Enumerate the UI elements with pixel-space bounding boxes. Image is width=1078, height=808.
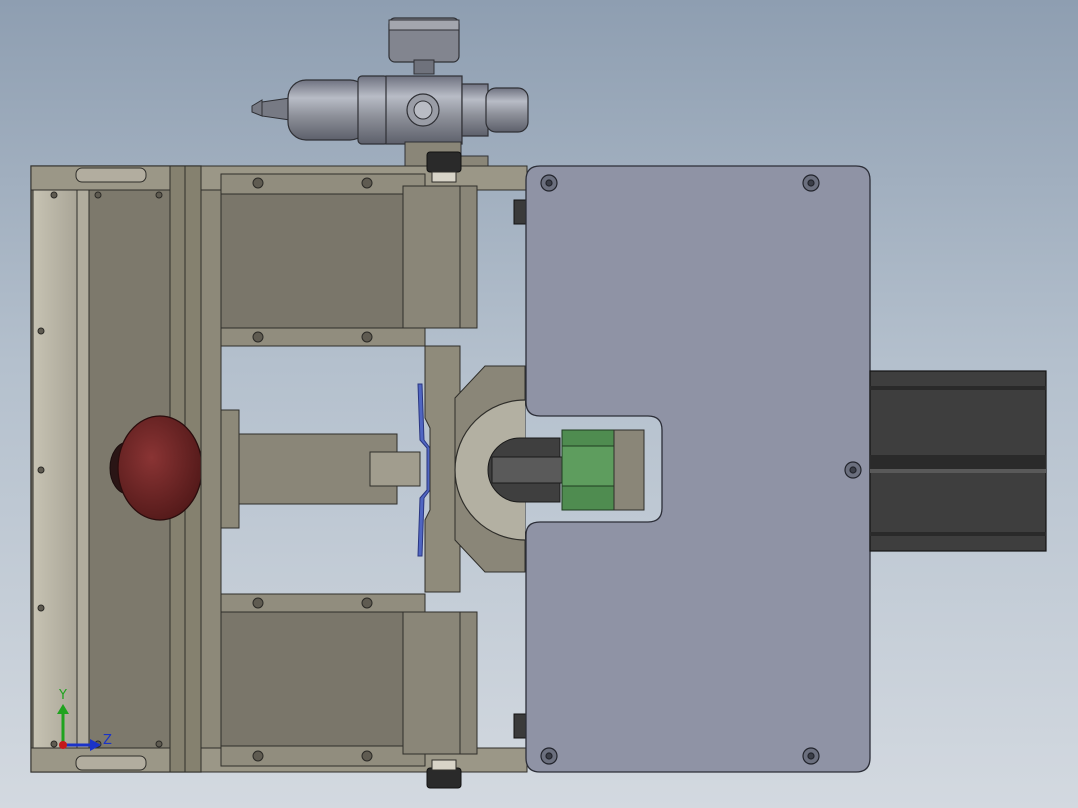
gauge-stem — [413, 59, 435, 75]
linkage-tip — [369, 451, 421, 487]
aluminum-profile[interactable] — [869, 370, 1047, 552]
frame-left-column — [200, 189, 222, 749]
hose-barb — [251, 97, 291, 121]
pivot-cam[interactable] — [487, 429, 645, 511]
cad-graphics-viewport[interactable]: Y Z — [0, 0, 1078, 808]
green-block-face — [561, 445, 615, 487]
bottom-foot — [75, 755, 147, 771]
motor-endcap — [402, 611, 478, 755]
pressure-regulator[interactable] — [251, 17, 529, 167]
motor-bottom-flange — [220, 327, 426, 347]
outlet-fitting — [461, 83, 489, 137]
profile-mid-face — [870, 469, 1046, 473]
central-linkage[interactable] — [220, 383, 431, 557]
motor-top-flange — [220, 593, 426, 613]
z-axis-label: Z — [103, 733, 112, 748]
bowl-collar — [357, 75, 389, 145]
outlet-cap — [485, 87, 529, 133]
block-holder — [613, 429, 645, 511]
knob-washer — [431, 171, 457, 183]
gauge-rim — [388, 19, 460, 31]
top-foot — [75, 167, 147, 183]
profile-top-slot — [870, 386, 1046, 390]
upper-stepper-motor[interactable] — [220, 151, 478, 347]
side-plate-mid — [76, 189, 90, 749]
knurled-knob — [426, 151, 462, 173]
upper-gear-strip — [513, 199, 527, 225]
lower-gear-strip — [513, 713, 527, 739]
knurled-knob — [426, 767, 462, 789]
motor-endcap — [402, 185, 478, 329]
motor-body — [220, 193, 404, 329]
y-axis-label: Y — [58, 688, 67, 703]
motor-bottom-flange — [220, 745, 426, 767]
motor-body — [220, 611, 404, 749]
profile-mid-slot — [870, 455, 1046, 469]
knob-washer — [431, 759, 457, 771]
filter-bowl — [287, 79, 369, 141]
regulator-port-inner — [413, 100, 433, 120]
motor-top-flange — [220, 173, 426, 195]
linkage-mount — [220, 409, 240, 529]
button-cap — [117, 415, 203, 521]
profile-bottom-slot — [870, 532, 1046, 536]
bracket-tab — [459, 155, 489, 167]
x-axis-origin — [59, 741, 67, 749]
